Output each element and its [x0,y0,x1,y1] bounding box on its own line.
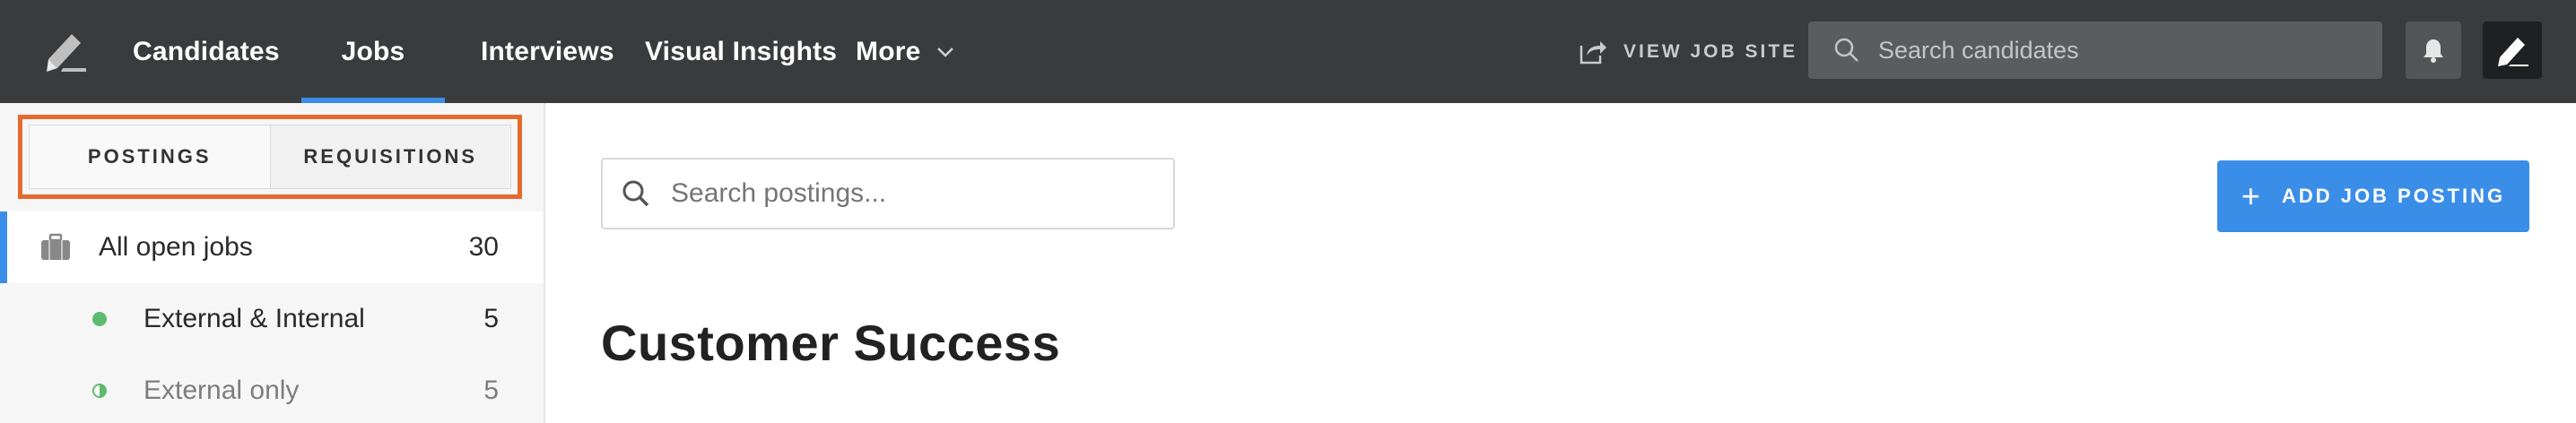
sidebar-item-label: External only [144,376,300,405]
nav-interviews[interactable]: Interviews [481,0,614,103]
sidebar-item-count: 30 [468,232,499,262]
share-icon [1580,40,1606,64]
briefcase-icon [41,233,70,260]
sidebar-item-all-open-jobs[interactable]: All open jobs 30 [0,212,544,283]
sidebar-item-count: 5 [483,304,499,333]
view-job-site-link[interactable]: VIEW JOB SITE [1579,0,1797,103]
section-title: Customer Success [601,315,1061,371]
nav-jobs[interactable]: Jobs [301,0,445,103]
sidebar-item-label: All open jobs [99,232,253,262]
tab-requisitions-label: REQUISITIONS [303,145,478,168]
nav-more-label: More [856,36,921,66]
chevron-down-icon [937,47,954,57]
tab-requisitions[interactable]: REQUISITIONS [270,125,510,188]
sidebar-item-count: 5 [483,376,499,405]
postings-requisitions-toggle: POSTINGS REQUISITIONS [29,125,511,189]
search-icon [1834,38,1858,62]
logo-icon[interactable] [41,27,88,73]
top-navigation-bar: Candidates Jobs Interviews Visual Insigh… [0,0,2576,103]
candidate-search[interactable] [1808,22,2382,79]
sidebar-item-label: External & Internal [144,304,365,333]
bell-icon [2424,39,2443,63]
green-dot-icon [92,312,107,326]
nav-candidates-label: Candidates [133,36,280,66]
tab-postings[interactable]: POSTINGS [30,125,271,188]
half-green-dot-icon [92,384,107,398]
sidebar-item-external-internal[interactable]: External & Internal 5 [0,283,544,355]
notifications-button[interactable] [2406,22,2461,79]
nav-visual-insights[interactable]: Visual Insights [645,0,837,103]
search-icon [622,180,649,207]
nav-candidates[interactable]: Candidates [133,0,280,103]
add-job-posting-label: ADD JOB POSTING [2281,185,2506,207]
nav-jobs-label: Jobs [341,36,405,66]
avatar-icon [2498,38,2528,66]
view-job-site-label: VIEW JOB SITE [1623,40,1798,62]
postings-search[interactable] [601,158,1175,229]
nav-more[interactable]: More [856,0,954,103]
add-job-posting-button[interactable]: + ADD JOB POSTING [2217,160,2529,232]
nav-visual-insights-label: Visual Insights [645,36,838,66]
sidebar: POSTINGS REQUISITIONS All open jobs 30 E… [0,103,545,423]
tab-postings-label: POSTINGS [87,145,212,168]
nav-interviews-label: Interviews [481,36,614,66]
sidebar-item-external-only[interactable]: External only 5 [0,355,544,423]
user-avatar-button[interactable] [2483,22,2542,79]
postings-search-input[interactable] [671,178,1173,209]
plus-icon: + [2241,177,2260,214]
candidate-search-input[interactable] [1878,36,2380,65]
